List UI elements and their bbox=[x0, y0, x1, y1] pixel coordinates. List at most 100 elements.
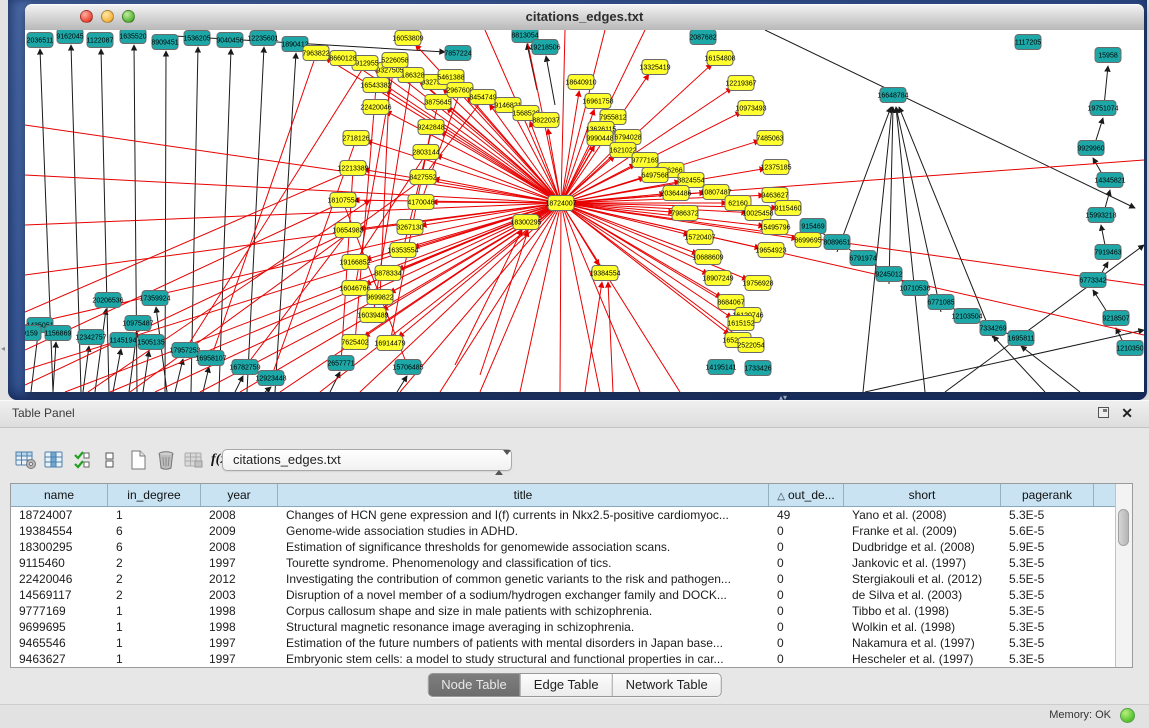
graph-node-yellow[interactable]: 19384554 bbox=[589, 266, 620, 281]
graph-node-yellow[interactable]: 7963822 bbox=[302, 46, 329, 61]
graph-node-yellow[interactable]: 4170046 bbox=[407, 195, 434, 210]
table-column-icon[interactable] bbox=[42, 448, 65, 472]
table-cell[interactable]: 2 bbox=[108, 555, 201, 571]
graph-node-yellow[interactable]: 18907249 bbox=[702, 271, 733, 286]
graph-node-teal[interactable]: 16648784 bbox=[877, 88, 908, 103]
table-cell[interactable]: Stergiakouli et al. (2012) bbox=[844, 571, 1001, 587]
table-cell[interactable]: 5.3E-5 bbox=[1001, 651, 1094, 667]
column-header-in_degree[interactable]: in_degree bbox=[108, 484, 201, 506]
table-cell[interactable]: 0 bbox=[769, 603, 844, 619]
table-cell[interactable]: Yano et al. (2008) bbox=[844, 507, 1001, 523]
column-header-name[interactable]: name bbox=[11, 484, 108, 506]
table-cell[interactable]: Corpus callosum shape and size in male p… bbox=[278, 603, 769, 619]
graph-node-yellow[interactable]: 19166852 bbox=[339, 255, 370, 270]
table-row[interactable]: 1872400712008Changes of HCN gene express… bbox=[11, 507, 1115, 523]
table-cell[interactable]: Disruption of a novel member of a sodium… bbox=[278, 587, 769, 603]
table-cell[interactable]: 2009 bbox=[201, 523, 278, 539]
graph-node-teal[interactable]: 6791974 bbox=[849, 251, 876, 266]
graph-node-yellow[interactable]: 9115460 bbox=[775, 201, 802, 216]
table-row[interactable]: 1456911722003Disruption of a novel membe… bbox=[11, 587, 1115, 603]
graph-node-teal[interactable]: 7334269 bbox=[979, 321, 1006, 336]
table-cell[interactable]: 1998 bbox=[201, 619, 278, 635]
table-body[interactable]: 1872400712008Changes of HCN gene express… bbox=[11, 507, 1115, 667]
graph-node-teal[interactable]: 1695811 bbox=[1008, 331, 1035, 346]
graph-node-yellow[interactable]: 10654983 bbox=[332, 223, 363, 238]
graph-node-yellow[interactable]: 12213389 bbox=[337, 161, 368, 176]
graph-node-yellow[interactable]: 18300295 bbox=[510, 215, 541, 230]
table-cell[interactable]: 5.5E-5 bbox=[1001, 571, 1094, 587]
graph-node-yellow[interactable]: 8427552 bbox=[409, 170, 436, 185]
graph-node-teal[interactable]: 1635520 bbox=[119, 30, 146, 44]
table-cell[interactable]: Nakamura et al. (1997) bbox=[844, 635, 1001, 651]
network-window[interactable]: citations_edges.txt 20365119162045112208… bbox=[25, 4, 1144, 392]
graph-node-teal[interactable]: 6771085 bbox=[927, 295, 954, 310]
graph-node-yellow[interactable]: 20364486 bbox=[660, 186, 691, 201]
table-header-row[interactable]: namein_degreeyeartitle△out_de...shortpag… bbox=[11, 484, 1115, 507]
table-cell[interactable]: Tourette syndrome. Phenomenology and cla… bbox=[278, 555, 769, 571]
table-cell[interactable]: 9115460 bbox=[11, 555, 108, 571]
graph-node-yellow[interactable]: 16961758 bbox=[582, 94, 613, 109]
graph-node-teal[interactable]: 2657771 bbox=[327, 356, 354, 371]
graph-node-yellow[interactable]: 8660128 bbox=[329, 51, 356, 66]
node-table-grid[interactable]: namein_degreeyeartitle△out_de...shortpag… bbox=[11, 484, 1115, 667]
table-settings-icon[interactable] bbox=[14, 448, 37, 472]
graph-node-teal[interactable]: 1156869 bbox=[45, 326, 72, 341]
delete-column-icon[interactable] bbox=[154, 448, 177, 472]
table-cell[interactable]: 6 bbox=[108, 523, 201, 539]
table-cell[interactable]: 0 bbox=[769, 523, 844, 539]
graph-node-teal[interactable]: 1117205 bbox=[1015, 35, 1041, 50]
graph-node-yellow[interactable]: 18640910 bbox=[565, 75, 596, 90]
table-cell[interactable]: Estimation of significance thresholds fo… bbox=[278, 539, 769, 555]
table-row[interactable]: 946554611997Estimation of the future num… bbox=[11, 635, 1115, 651]
graph-node-yellow[interactable]: 7485063 bbox=[756, 131, 783, 146]
table-cell[interactable]: Hescheler et al. (1997) bbox=[844, 651, 1001, 667]
import-table-icon[interactable] bbox=[182, 448, 205, 472]
table-cell[interactable]: 5.3E-5 bbox=[1001, 507, 1094, 523]
table-cell[interactable]: Jankovic et al. (1997) bbox=[844, 555, 1001, 571]
graph-node-teal[interactable]: 7857224 bbox=[444, 46, 471, 61]
graph-node-teal[interactable]: 17359924 bbox=[139, 291, 170, 306]
graph-node-teal[interactable]: 14195141 bbox=[705, 360, 736, 375]
graph-node-teal[interactable]: 14345821 bbox=[1094, 173, 1125, 188]
graph-node-yellow[interactable]: 7625402 bbox=[341, 335, 368, 350]
table-cell[interactable]: 1 bbox=[108, 507, 201, 523]
table-cell[interactable]: 18724007 bbox=[11, 507, 108, 523]
table-cell[interactable]: 9699695 bbox=[11, 619, 108, 635]
graph-node-teal[interactable]: 12342757 bbox=[75, 330, 106, 345]
table-cell[interactable]: 0 bbox=[769, 555, 844, 571]
table-row[interactable]: 946362711997Embryonic stem cells: a mode… bbox=[11, 651, 1115, 667]
tab-network-table[interactable]: Network Table bbox=[612, 674, 721, 696]
graph-node-yellow[interactable]: 10025458 bbox=[742, 206, 773, 221]
graph-node-yellow[interactable]: 18107554 bbox=[327, 193, 358, 208]
graph-node-teal[interactable]: 20206536 bbox=[92, 293, 123, 308]
table-row[interactable]: 977716911998Corpus callosum shape and si… bbox=[11, 603, 1115, 619]
graph-node-teal[interactable]: 1505135 bbox=[137, 335, 164, 350]
table-cell[interactable]: 1997 bbox=[201, 555, 278, 571]
table-cell[interactable]: 19384554 bbox=[11, 523, 108, 539]
graph-node-teal[interactable]: 9245012 bbox=[875, 267, 902, 282]
graph-node-yellow[interactable]: 8878334 bbox=[374, 266, 401, 281]
table-cell[interactable]: 1 bbox=[108, 619, 201, 635]
graph-node-teal[interactable]: 1122087 bbox=[87, 33, 114, 48]
graph-node-yellow[interactable]: 16914479 bbox=[374, 336, 405, 351]
graph-node-teal[interactable]: 19751074 bbox=[1087, 101, 1118, 116]
table-cell[interactable]: 14569117 bbox=[11, 587, 108, 603]
table-cell[interactable]: Estimation of the future numbers of pati… bbox=[278, 635, 769, 651]
graph-node-teal[interactable]: 1733426 bbox=[744, 361, 771, 376]
network-view-canvas[interactable]: 2036511916204511220871635520890945115362… bbox=[25, 30, 1144, 392]
row-visibility-icon[interactable] bbox=[98, 448, 121, 472]
graph-node-yellow[interactable]: 6497568 bbox=[641, 168, 668, 183]
table-cell[interactable]: 5.3E-5 bbox=[1001, 635, 1094, 651]
table-row[interactable]: 1938455462009Genome-wide association stu… bbox=[11, 523, 1115, 539]
table-cell[interactable]: 5.3E-5 bbox=[1001, 603, 1094, 619]
graph-node-yellow[interactable]: 16046766 bbox=[339, 281, 370, 296]
graph-node-teal[interactable]: 16958107 bbox=[195, 351, 226, 366]
table-cell[interactable]: 9463627 bbox=[11, 651, 108, 667]
table-cell[interactable]: 6 bbox=[108, 539, 201, 555]
table-cell[interactable]: Wolkin et al. (1998) bbox=[844, 619, 1001, 635]
select-columns-icon[interactable] bbox=[70, 448, 93, 472]
tab-node-table[interactable]: Node Table bbox=[428, 674, 520, 696]
graph-node-yellow[interactable]: 2522054 bbox=[737, 338, 764, 353]
graph-node-teal[interactable]: 12235601 bbox=[247, 31, 278, 46]
table-cell[interactable]: 0 bbox=[769, 619, 844, 635]
